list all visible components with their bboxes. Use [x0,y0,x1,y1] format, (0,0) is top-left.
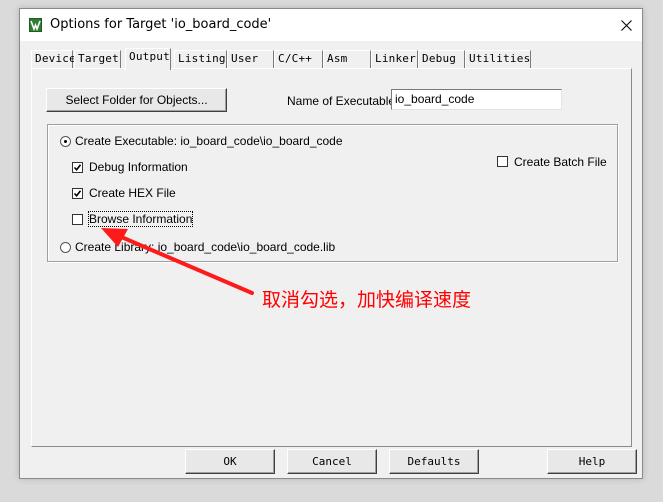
browse-information-checkbox[interactable] [72,214,83,225]
close-button[interactable] [610,9,642,41]
create-library-radio[interactable] [60,242,71,253]
tab-user[interactable]: User [227,50,274,68]
ok-button[interactable]: OK [185,449,275,474]
tab-listing[interactable]: Listing [174,50,227,68]
tab-output[interactable]: Output [125,48,171,70]
create-executable-radio[interactable] [60,136,71,147]
check-icon [73,164,82,172]
tab-utilities[interactable]: Utilities [465,50,531,68]
create-executable-label[interactable]: Create Executable: io_board_code\io_boar… [75,134,343,148]
tab-linker[interactable]: Linker [371,50,418,68]
debug-information-checkbox[interactable] [72,162,83,173]
defaults-button[interactable]: Defaults [389,449,479,474]
annotation-text: 取消勾选，加快编译速度 [262,289,472,311]
check-icon [73,190,82,198]
create-batch-file-label[interactable]: Create Batch File [514,155,607,169]
tab-target[interactable]: Target [74,50,121,68]
radio-selected-dot [64,140,67,143]
select-folder-button[interactable]: Select Folder for Objects... [46,88,227,112]
options-dialog: Options for Target 'io_board_code' Devic… [19,8,643,479]
create-hex-file-label[interactable]: Create HEX File [89,186,176,200]
close-icon [620,19,632,31]
create-hex-file-checkbox[interactable] [72,188,83,199]
app-icon [29,18,42,32]
dialog-button-bar: OK Cancel Defaults Help [20,449,642,479]
tab-debug[interactable]: Debug [418,50,465,68]
browse-information-label[interactable]: Browse Information [87,211,194,227]
name-of-executable-label: Name of Executable: [287,94,399,108]
tab-asm[interactable]: Asm [323,50,371,68]
window-title: Options for Target 'io_board_code' [50,17,272,32]
create-library-label[interactable]: Create Library: io_board_code\io_board_c… [75,240,335,254]
debug-information-label[interactable]: Debug Information [89,160,188,174]
create-batch-file-checkbox[interactable] [497,156,508,167]
cancel-button[interactable]: Cancel [287,449,377,474]
tab-device[interactable]: Device [31,50,76,68]
title-bar: Options for Target 'io_board_code' [20,9,642,41]
tab-c-cpp[interactable]: C/C++ [274,50,323,68]
name-of-executable-input[interactable]: io_board_code [391,89,562,110]
help-button[interactable]: Help [547,449,637,474]
tab-strip: Device Target Output Listing User C/C++ … [31,48,631,70]
